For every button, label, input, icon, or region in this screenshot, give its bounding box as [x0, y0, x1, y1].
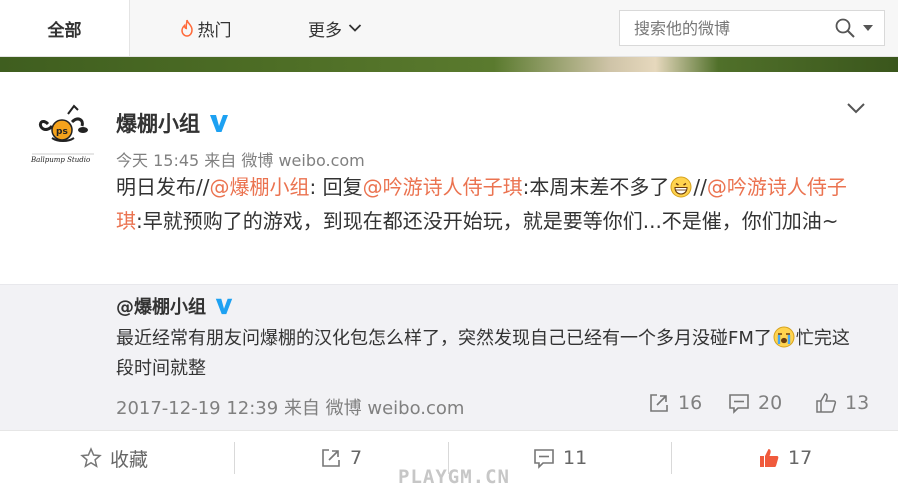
- search-box: [619, 10, 885, 46]
- favorite-button[interactable]: 收藏: [80, 445, 148, 471]
- crying-emoji-icon: [773, 326, 795, 348]
- comment-count: 20: [758, 392, 783, 414]
- divider: [671, 442, 672, 474]
- post-content: 明日发布//@爆棚小组: 回复@吟游诗人侍子琪:本周末差不多了//@吟游诗人侍子…: [116, 170, 856, 238]
- favorite-label: 收藏: [110, 448, 149, 471]
- comment-button[interactable]: 11: [533, 445, 587, 471]
- post-text: :早就预购了的游戏，到现在都还没开始玩，就是要等你们...不是催，你们加油~: [136, 209, 839, 233]
- tab-more-label: 更多: [308, 20, 342, 41]
- repost-button[interactable]: 7: [320, 445, 362, 471]
- chevron-down-icon: [348, 23, 362, 33]
- repost-count: 16: [678, 392, 703, 414]
- repost-source: 来自 微博 weibo.com: [283, 398, 465, 419]
- post-meta: 今天 15:45 来自 微博 weibo.com: [116, 147, 365, 171]
- mention-link[interactable]: @吟游诗人侍子琪: [363, 175, 523, 199]
- comment-count: 11: [563, 447, 588, 469]
- comment-icon: [728, 392, 750, 414]
- avatar[interactable]: ps Ballpump Studio: [28, 102, 98, 164]
- repost-likes-button[interactable]: 13: [815, 392, 869, 414]
- like-count: 13: [845, 392, 870, 414]
- svg-text:Ballpump Studio: Ballpump Studio: [30, 156, 90, 164]
- svg-text:ps: ps: [56, 127, 68, 137]
- search-input[interactable]: [620, 11, 834, 45]
- post-source: 来自 微博 weibo.com: [204, 151, 365, 170]
- repost-author: @爆棚小组: [116, 292, 234, 320]
- grin-emoji-icon: [670, 174, 692, 198]
- repost-icon: [320, 447, 342, 469]
- chevron-down-icon[interactable]: [843, 98, 869, 118]
- repost-comments-button[interactable]: 20: [728, 392, 782, 414]
- post-text: //: [693, 175, 707, 199]
- like-icon: [815, 392, 837, 414]
- search-icon[interactable]: [834, 17, 856, 39]
- repost-text: 最近经常有朋友问爆棚的汉化包怎么样了，突然发现自己已经有一个多月没碰FM了: [116, 328, 772, 349]
- repost-time[interactable]: 2017-12-19 12:39: [116, 398, 278, 419]
- repost-reposts-button[interactable]: 16: [648, 392, 702, 414]
- top-tab-bar: 全部 热门 更多: [0, 0, 898, 57]
- tab-all[interactable]: 全部: [0, 0, 130, 56]
- tab-hot-label: 热门: [197, 20, 232, 41]
- author-name[interactable]: 爆棚小组: [116, 108, 200, 138]
- post-author: 爆棚小组: [116, 108, 230, 138]
- verified-badge-icon: [214, 296, 234, 316]
- like-button[interactable]: 17: [758, 445, 812, 471]
- caret-down-icon[interactable]: [862, 24, 874, 32]
- repost-content: 最近经常有朋友问爆棚的汉化包怎么样了，突然发现自己已经有一个多月没碰FM了 忙完这…: [116, 324, 861, 384]
- comment-icon: [533, 447, 555, 469]
- tab-hot[interactable]: 热门: [160, 0, 250, 56]
- like-count: 17: [788, 447, 813, 469]
- divider: [234, 442, 235, 474]
- star-icon: [80, 447, 102, 469]
- repost-meta: 2017-12-19 12:39 来自 微博 weibo.com: [116, 394, 464, 420]
- watermark: PLAYGM.CN: [398, 466, 510, 488]
- repost-author-name[interactable]: @爆棚小组: [116, 293, 206, 319]
- like-icon: [758, 447, 780, 469]
- tab-more[interactable]: 更多: [290, 0, 380, 56]
- repost-count: 7: [350, 447, 363, 469]
- cover-image-strip: [0, 57, 898, 72]
- fire-icon: [179, 19, 195, 37]
- repost-icon: [648, 392, 670, 414]
- post-text: :本周末差不多了: [522, 175, 670, 199]
- tab-all-label: 全部: [47, 20, 82, 41]
- post-text: : 回复: [309, 175, 363, 199]
- post-text: 明日发布//: [116, 175, 210, 199]
- mention-link[interactable]: @爆棚小组: [209, 175, 309, 199]
- post-time[interactable]: 今天 15:45: [116, 151, 199, 170]
- verified-badge-icon: [208, 112, 230, 134]
